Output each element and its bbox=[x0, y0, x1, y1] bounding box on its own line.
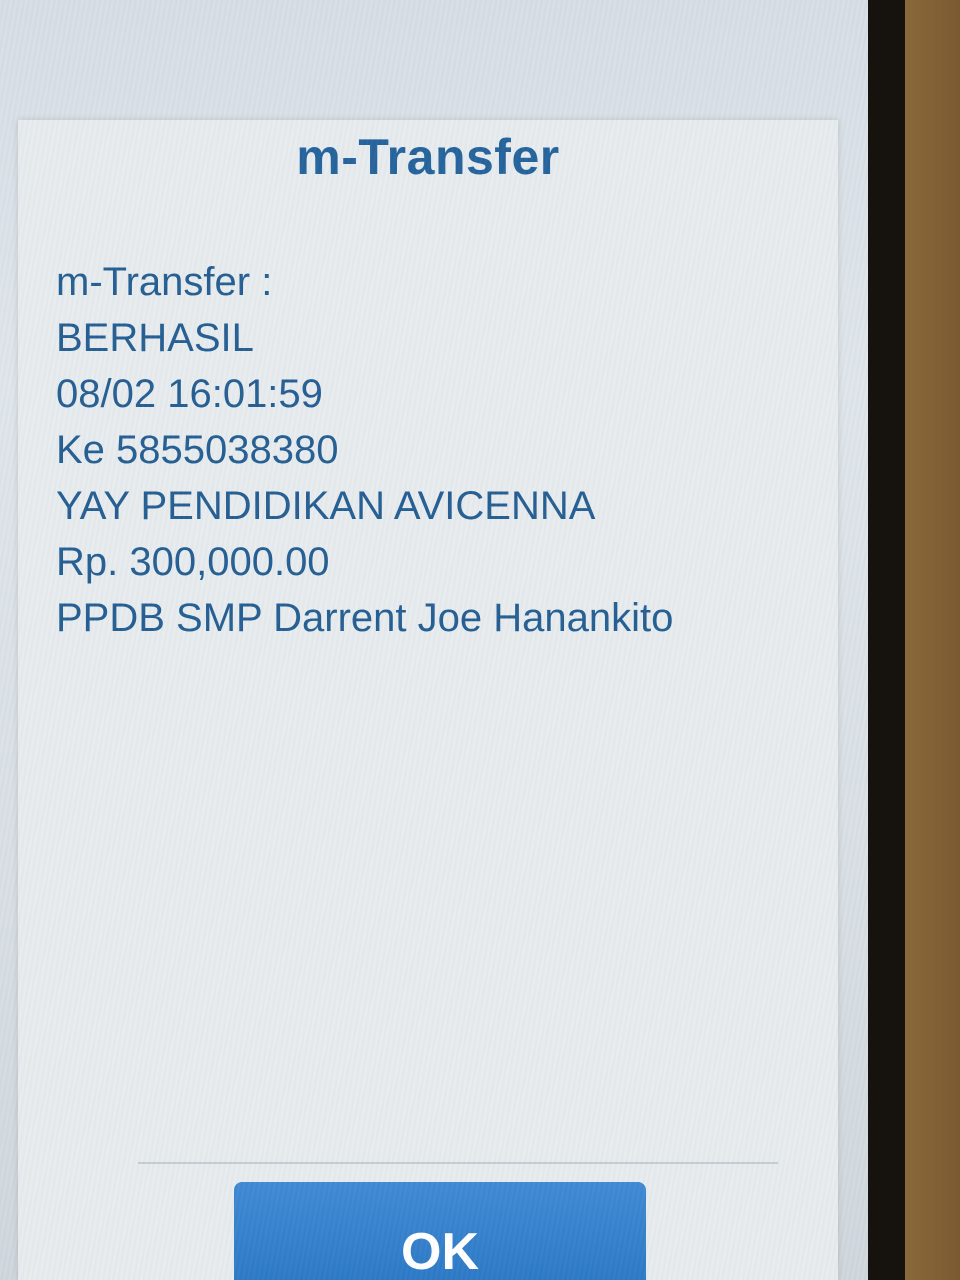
transfer-timestamp: 08/02 16:01:59 bbox=[56, 372, 323, 416]
ok-button[interactable]: OK bbox=[234, 1182, 646, 1280]
message-header: m-Transfer : bbox=[56, 260, 273, 304]
phone-screen: m-Transfer m-Transfer : BERHASIL 08/02 1… bbox=[0, 0, 868, 1280]
dialog-divider bbox=[138, 1162, 778, 1164]
transfer-result-dialog: m-Transfer m-Transfer : BERHASIL 08/02 1… bbox=[18, 120, 838, 1280]
transfer-amount: Rp. 300,000.00 bbox=[56, 540, 330, 584]
transfer-note: PPDB SMP Darrent Joe Hanankito bbox=[56, 596, 674, 640]
dialog-message: m-Transfer : BERHASIL 08/02 16:01:59 Ke … bbox=[56, 254, 816, 646]
destination-account: Ke 5855038380 bbox=[56, 428, 339, 472]
recipient-name: YAY PENDIDIKAN AVICENNA bbox=[56, 484, 596, 528]
transfer-status: BERHASIL bbox=[56, 316, 254, 360]
dialog-title: m-Transfer bbox=[296, 129, 560, 185]
photo-frame: m-Transfer m-Transfer : BERHASIL 08/02 1… bbox=[0, 0, 960, 1280]
